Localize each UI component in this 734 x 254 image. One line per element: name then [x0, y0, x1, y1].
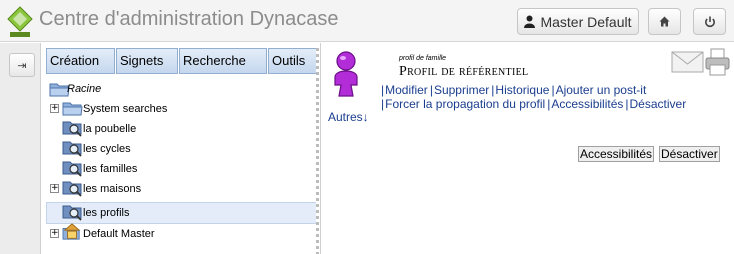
profile-person-icon — [334, 51, 358, 97]
action-ajouter-post-it[interactable]: Ajouter un post-it — [555, 83, 649, 97]
accessibilites-button[interactable]: Accessibilités — [578, 146, 655, 162]
tree-label: les profils — [83, 207, 130, 219]
action-forcer-propagation[interactable]: Forcer la propagation du profil — [384, 97, 547, 111]
document-title: Profil de référentiel — [399, 64, 529, 79]
action-supprimer[interactable]: Supprimer — [433, 83, 491, 97]
tree-node-racine[interactable]: Racine — [46, 79, 317, 99]
folder-tree: Racine + System searches la poubelle les… — [46, 78, 319, 254]
search-folder-icon — [62, 161, 82, 177]
family-label: profil de famille — [399, 55, 447, 62]
menu-outils[interactable]: Outils — [268, 48, 318, 74]
dynacase-logo-icon — [7, 6, 33, 37]
menu-recherche[interactable]: Recherche — [179, 48, 267, 74]
tree-node-les-maisons[interactable]: + les maisons — [46, 179, 317, 199]
desactiver-button[interactable]: Désactiver — [659, 146, 720, 162]
collapsed-side-strip: ⇥ — [0, 43, 41, 254]
action-historique[interactable]: Historique — [494, 83, 551, 97]
folder-icon — [62, 102, 83, 116]
tree-label: Racine — [67, 83, 102, 95]
expand-toggle-icon[interactable]: + — [50, 229, 59, 238]
panel-divider[interactable] — [320, 43, 321, 254]
menu-signets[interactable]: Signets — [116, 48, 178, 74]
document-view: profil de famille Profil de référentiel … — [322, 43, 734, 254]
tree-label: les cycles — [83, 143, 131, 155]
nav-scrollbar[interactable] — [316, 48, 319, 254]
tree-node-la-poubelle[interactable]: la poubelle — [46, 119, 317, 139]
tree-label: la poubelle — [83, 123, 137, 135]
app-title: Centre d'administration Dynacase — [39, 8, 339, 30]
app-header: Centre d'administration Dynacase Master … — [0, 0, 734, 42]
user-icon — [524, 15, 536, 28]
user-label: Master Default — [540, 13, 632, 30]
search-folder-icon — [62, 181, 82, 197]
tree-label: les maisons — [83, 183, 142, 195]
power-icon — [704, 16, 715, 27]
tree-node-les-profils[interactable]: les profils — [46, 202, 317, 224]
action-desactiver[interactable]: Désactiver — [629, 97, 689, 111]
tree-label: Default Master — [83, 228, 155, 240]
home-folder-icon — [62, 223, 81, 240]
expand-toggle-icon[interactable]: + — [50, 104, 59, 113]
nav-menubar: Création Signets Recherche Outils — [46, 48, 319, 74]
tree-node-system-searches[interactable]: + System searches — [46, 99, 317, 119]
tree-label: les familles — [83, 163, 138, 175]
action-accessibilites[interactable]: Accessibilités — [550, 97, 625, 111]
tree-node-les-cycles[interactable]: les cycles — [46, 139, 317, 159]
menu-creation[interactable]: Création — [46, 48, 115, 74]
search-folder-icon — [62, 205, 82, 221]
expand-panel-button[interactable]: ⇥ — [9, 53, 35, 77]
document-toolbar: |Modifier |Supprimer |Historique |Ajouter u… — [381, 83, 689, 111]
navigation-panel: Création Signets Recherche Outils Racine… — [46, 48, 319, 254]
more-actions-link[interactable]: Autres↓ — [328, 110, 369, 124]
home-button[interactable] — [648, 8, 681, 35]
search-folder-icon — [62, 121, 82, 137]
action-modifier[interactable]: Modifier — [384, 83, 430, 97]
mail-icon[interactable] — [671, 50, 704, 74]
tree-node-les-familles[interactable]: les familles — [46, 159, 317, 179]
home-icon — [659, 16, 670, 27]
print-icon[interactable] — [705, 48, 730, 76]
expand-toggle-icon[interactable]: + — [50, 184, 59, 193]
search-folder-icon — [62, 141, 82, 157]
tree-node-default-master[interactable]: + Default Master — [46, 223, 317, 244]
user-button[interactable]: Master Default — [517, 8, 639, 35]
tree-label: System searches — [83, 103, 168, 115]
logout-button[interactable] — [693, 8, 726, 35]
